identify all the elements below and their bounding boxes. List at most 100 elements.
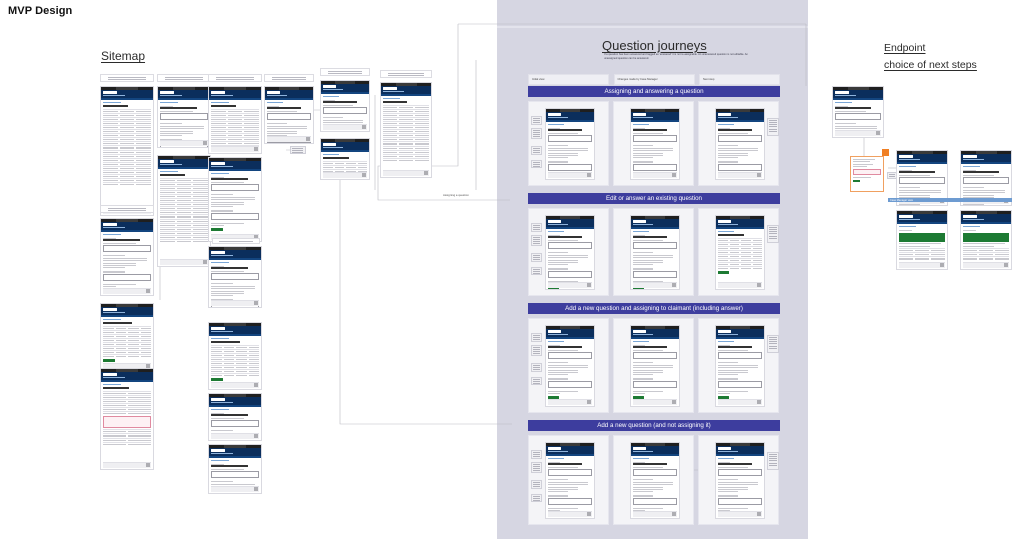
text-input[interactable] [548,352,592,360]
govuk-header [209,249,261,258]
service-nav [158,97,210,101]
text-input[interactable] [548,469,592,477]
wireframe-screen [960,210,1012,270]
text-input[interactable] [633,352,677,360]
annotation-note [767,335,779,353]
textarea-input[interactable] [103,274,151,282]
service-nav [101,314,153,318]
wireframe-screen [715,325,765,407]
textarea-input[interactable] [633,271,677,279]
page-body [101,103,153,188]
caption-box [100,74,154,82]
govuk-header [631,111,679,120]
textarea-input[interactable] [718,164,762,172]
service-nav [833,97,883,101]
save-button[interactable] [211,228,224,231]
service-nav [716,453,764,457]
annotation-note [531,223,542,232]
journey-cell [613,318,694,413]
text-input[interactable] [323,107,367,115]
page-body [101,235,153,294]
service-nav [631,226,679,230]
text-input[interactable] [103,245,151,253]
service-nav [897,161,947,165]
textarea-input[interactable] [211,213,259,221]
service-nav [209,455,261,459]
page-body [631,342,679,401]
text-input[interactable] [211,184,259,192]
govuk-header [546,111,594,120]
textarea-input[interactable] [267,142,311,143]
service-nav [961,161,1011,165]
text-input[interactable] [633,242,677,250]
textarea-input[interactable] [548,271,592,279]
wireframe-screen [832,86,884,138]
govuk-header [716,328,764,337]
textarea-input[interactable] [548,164,592,172]
wireframe-screen [630,442,680,519]
textarea-input[interactable] [718,498,762,506]
annotation-note [531,116,542,125]
wireframe-screen [545,108,595,180]
connector-label-assigning: Assigning a question [443,193,469,197]
textarea-input[interactable] [633,381,677,389]
text-input[interactable] [899,177,945,185]
submit-button[interactable] [718,271,730,275]
page-body [546,342,594,401]
textarea-input[interactable] [633,498,677,506]
wireframe-screen [157,86,211,148]
text-input[interactable] [718,352,762,360]
text-input[interactable] [963,177,1009,185]
page-footer [548,171,592,178]
confirmation-banner [963,232,1009,242]
text-input[interactable] [211,471,259,479]
govuk-header [381,85,431,94]
service-nav [897,221,947,225]
govuk-header [961,153,1011,162]
journey-cell [528,101,609,186]
journey-cell [698,435,779,525]
journey-row-label: Add a new question (and not assigning it… [528,420,780,431]
page-body [716,342,764,401]
column-header-initial-view: Initial view [528,74,609,85]
caption-box [264,74,314,82]
journey-row-label: Edit or answer an existing question [528,193,780,204]
text-input[interactable] [548,135,592,143]
textarea-input[interactable] [718,381,762,389]
save-button[interactable] [548,179,559,180]
text-input[interactable] [633,469,677,477]
page-body [209,339,261,383]
textarea-input[interactable] [633,164,677,172]
save-button[interactable] [633,179,644,180]
text-input[interactable] [267,113,311,121]
text-input[interactable] [718,135,762,143]
page-footer [323,123,367,130]
text-input[interactable] [211,420,259,428]
journey-cell [698,208,779,296]
page-footer [633,281,677,288]
caption-box [212,238,260,244]
page-body [381,99,431,163]
textarea-input[interactable] [548,498,592,506]
annotation-note [531,450,542,459]
endpoint-heading: Endpoint choice of next steps [884,40,977,74]
wireframe-screen [896,210,948,270]
column-header-changes-made: Changes made by Case Manager [613,74,695,85]
wireframe-screen [208,393,262,441]
error-summary [103,415,151,428]
text-input[interactable] [548,242,592,250]
service-nav [381,93,431,97]
govuk-header [321,141,369,150]
text-input[interactable] [211,273,259,281]
text-input[interactable] [160,113,208,121]
text-input[interactable] [718,469,762,477]
text-input[interactable] [835,113,881,121]
service-nav [209,97,261,101]
journey-row-label: Assigning and answering a question [528,86,780,97]
textarea-input[interactable] [548,381,592,389]
service-nav [209,333,261,337]
wireframe-screen [208,322,262,390]
text-input[interactable] [633,135,677,143]
page-title: MVP Design [8,5,73,17]
save-button[interactable] [718,179,729,180]
